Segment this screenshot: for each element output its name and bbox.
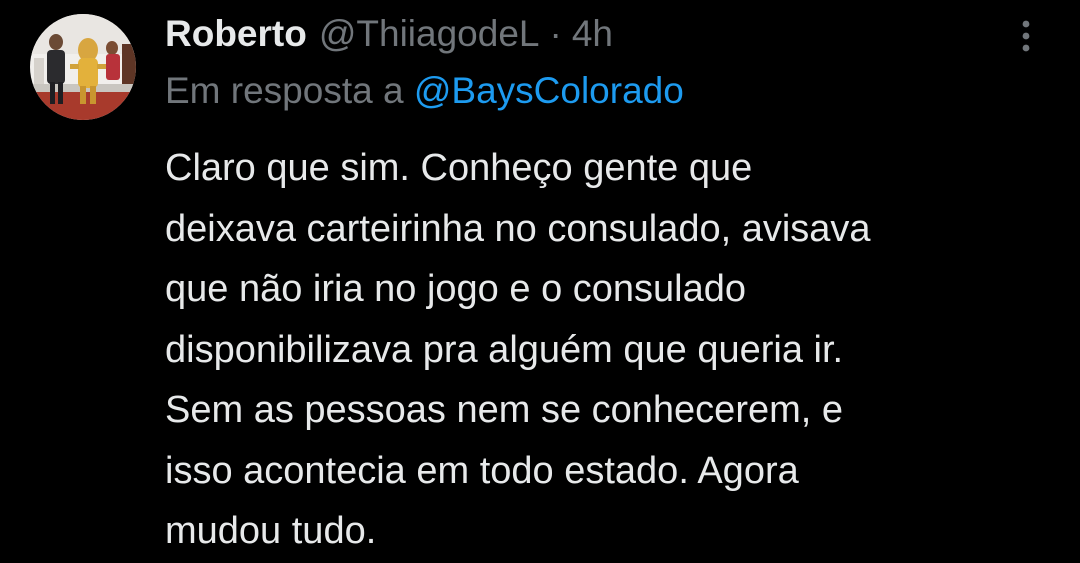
more-vertical-icon xyxy=(1022,20,1030,52)
tweet-header: Roberto @ThiiagodeL · 4h xyxy=(165,8,613,60)
tweet-text-line: deixava carteirinha no consulado, avisav… xyxy=(165,207,871,250)
avatar[interactable] xyxy=(30,14,136,120)
tweet-text: Claro que sim. Conheço gente que deixava… xyxy=(165,138,1065,562)
tweet-text-line: mudou tudo. xyxy=(165,510,377,552)
tweet-text-line: Claro que sim. Conheço gente que xyxy=(165,147,753,189)
reply-prefix: Em resposta a xyxy=(165,70,404,111)
user-handle[interactable]: @ThiiagodeL xyxy=(319,13,540,55)
tweet-text-line: que não iria no jogo e o consulado xyxy=(165,268,747,310)
separator-dot: · xyxy=(549,13,562,54)
tweet: Roberto @ThiiagodeL · 4h Em resposta a @… xyxy=(0,0,1080,563)
avatar-photo xyxy=(30,14,136,120)
reply-context: Em resposta a @BaysColorado xyxy=(165,70,684,112)
tweet-text-line: Sem as pessoas nem se conhecerem, e xyxy=(165,389,844,431)
display-name[interactable]: Roberto xyxy=(165,13,307,55)
tweet-timestamp[interactable]: 4h xyxy=(572,13,613,55)
tweet-text-line: disponibilizava pra alguém que queria ir… xyxy=(165,328,844,371)
tweet-text-line: isso acontecia em todo estado. Agora xyxy=(165,449,799,492)
reply-mention-link[interactable]: @BaysColorado xyxy=(414,70,684,111)
more-options-button[interactable] xyxy=(1006,14,1046,58)
